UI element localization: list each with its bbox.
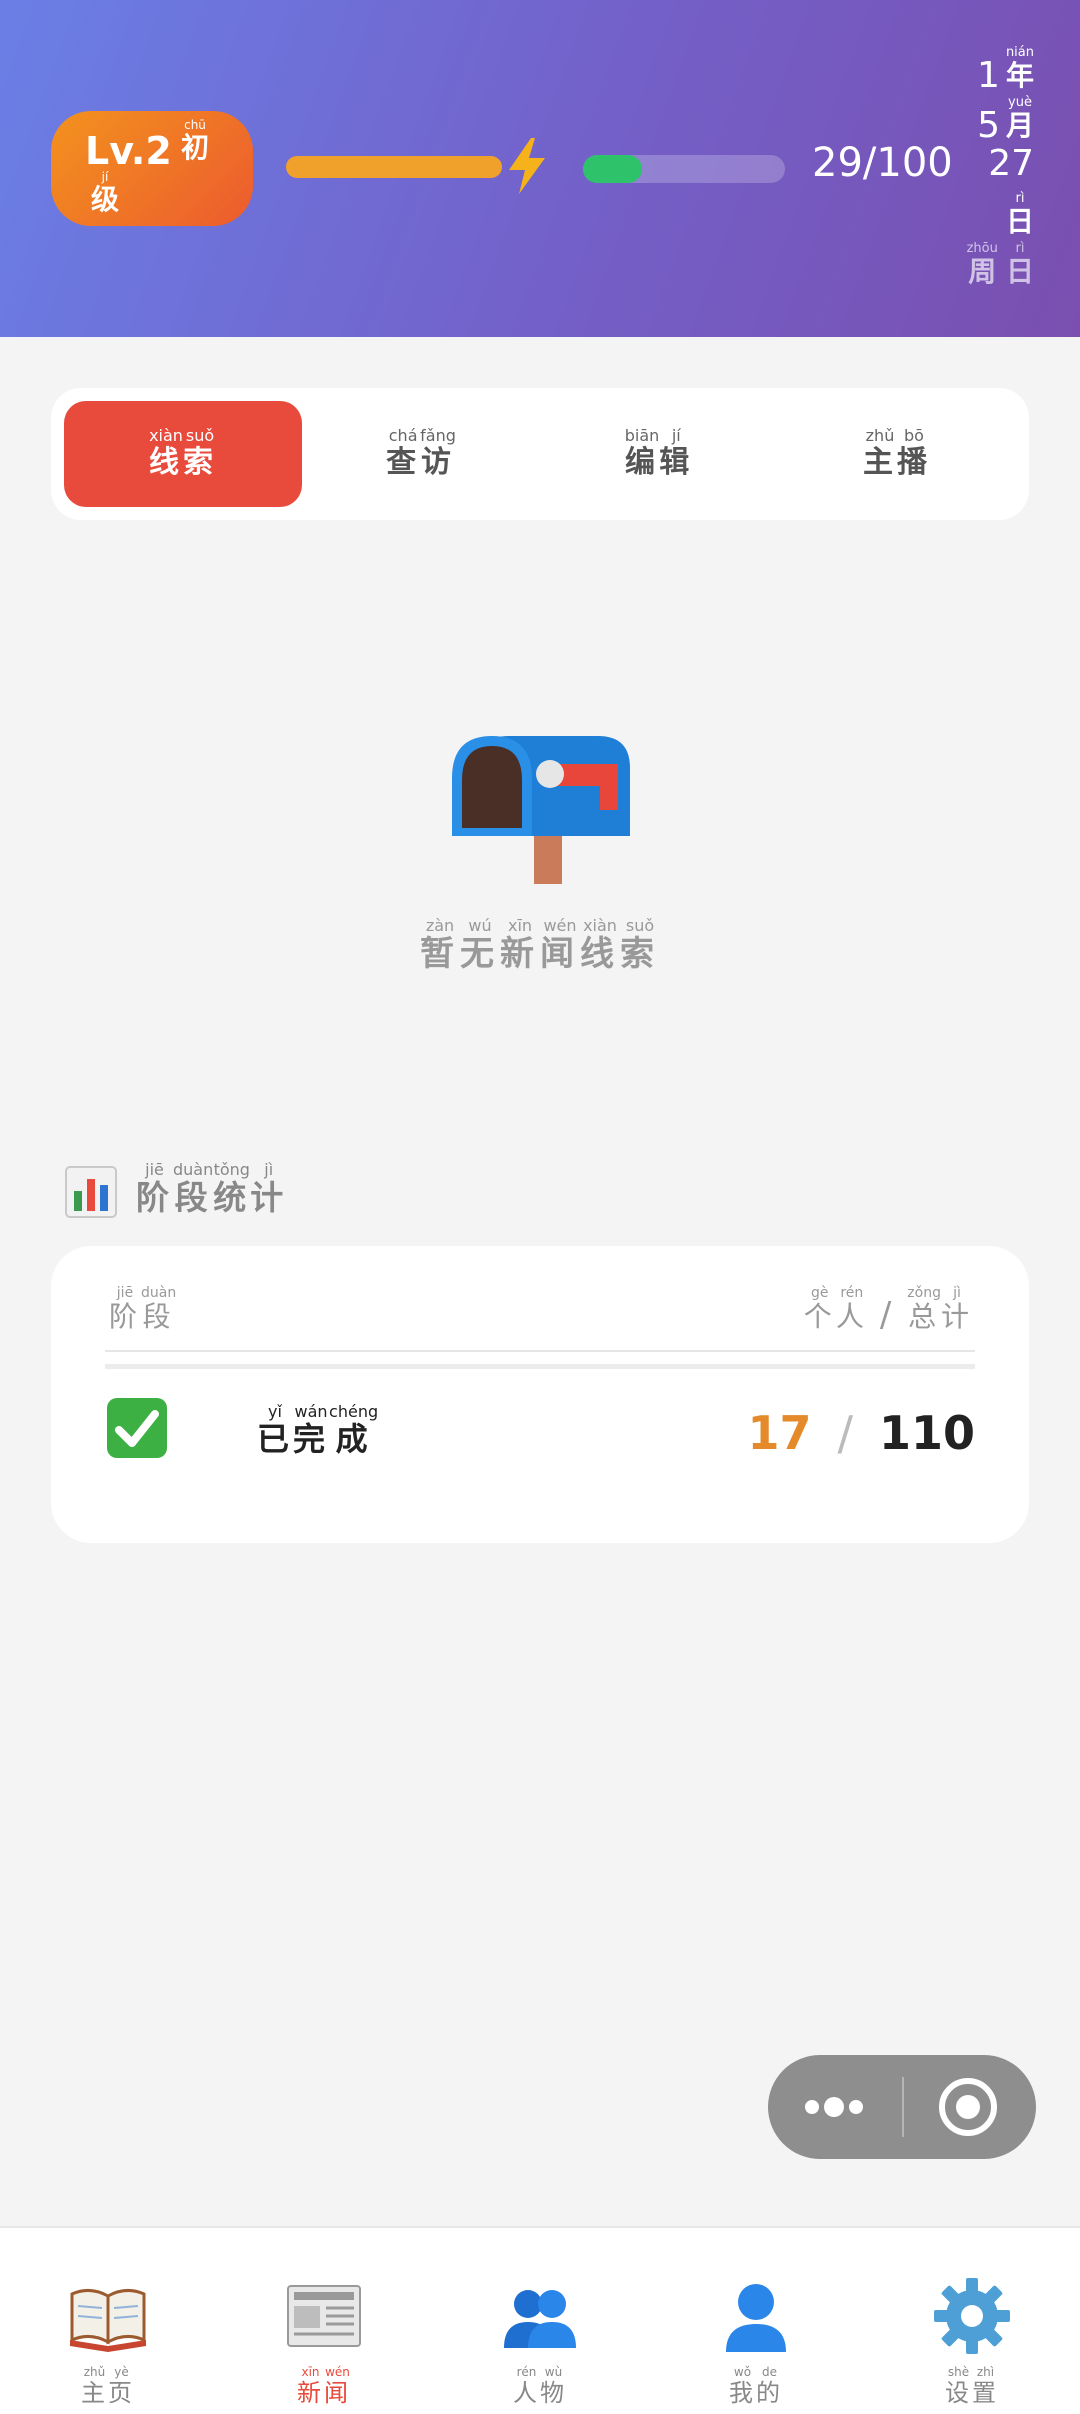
date-month: 5 月yuè xyxy=(977,95,1034,146)
nav-mine[interactable]: 我wǒ的de xyxy=(648,2228,864,2414)
nav-people[interactable]: 人rén物wù xyxy=(432,2228,648,2414)
date-display: 1 年nián 5 月yuè 27 日rì 周zhōu 日rì xyxy=(960,45,1034,296)
nav-settings[interactable]: 设shè置zhì xyxy=(864,2228,1080,2414)
book-icon xyxy=(70,2289,146,2352)
level-word-2: 级jí xyxy=(91,170,120,216)
date-weekday: 周zhōu 日rì xyxy=(966,241,1034,288)
stats-header-personal-total: 个gè人rén / 总zǒng计jì xyxy=(803,1285,973,1335)
stats-row-values: 17 / 110 xyxy=(747,1406,975,1460)
bottom-navigation: 主zhǔ页yè 新xīn闻wén 人rén物wù 我wǒ的de 设shè置zhì xyxy=(0,2226,1080,2414)
nav-home-label: 主zhǔ页yè xyxy=(81,2365,135,2407)
more-button[interactable] xyxy=(768,2055,902,2159)
tab-clues[interactable]: 线xiàn 索suǒ xyxy=(64,401,302,507)
energy-progress-fill xyxy=(583,155,642,183)
stats-section-title: 阶jiē段duàn统tǒng计jì xyxy=(64,1160,287,1219)
date-day-char: 日rì xyxy=(1005,191,1034,238)
nav-mine-label: 我wǒ的de xyxy=(729,2365,783,2407)
stats-divider xyxy=(105,1350,975,1352)
nav-news-label: 新xīn闻wén xyxy=(297,2365,351,2407)
stats-row-label: 已yǐ完wán成chéng xyxy=(257,1402,379,1458)
empty-state-text: 暂zàn无wú新xīn闻wén线xiàn索suǒ xyxy=(420,916,660,974)
mailbox-icon xyxy=(452,736,630,884)
tab-edit[interactable]: 编biān 辑jí xyxy=(540,401,778,507)
header-bar: Lv.2 初chū 级jí 29/100 1 年nián 5 月yuè 27 日… xyxy=(0,0,1080,337)
stats-personal-count: 17 xyxy=(747,1406,812,1460)
stats-divider-thick xyxy=(105,1364,975,1369)
close-button[interactable] xyxy=(904,2055,1036,2159)
level-badge[interactable]: Lv.2 初chū 级jí xyxy=(51,111,253,226)
stats-total-count: 110 xyxy=(878,1406,975,1460)
bar-chart-icon xyxy=(65,1166,117,1218)
stats-header-stage: 阶jiē段duàn xyxy=(109,1285,177,1333)
level-word-1: 初chū xyxy=(181,118,210,164)
stats-card: 阶jiē段duàn 个gè人rén / 总zǒng计jì 已yǐ完wán成ché… xyxy=(51,1246,1029,1543)
nav-news[interactable]: 新xīn闻wén xyxy=(216,2228,432,2414)
section-tabs: 线xiàn 索suǒ 查chá 访fǎng 编biān 辑jí 主zhǔ 播bō xyxy=(51,388,1029,520)
gear-icon xyxy=(934,2278,1010,2354)
energy-progress-bar xyxy=(583,155,785,183)
check-icon xyxy=(107,1398,167,1458)
energy-count: 29/100 xyxy=(812,140,953,186)
target-circle-icon xyxy=(939,2078,997,2136)
date-day-number: 27 xyxy=(988,143,1034,184)
mini-program-capsule xyxy=(768,2055,1036,2159)
xp-progress-bar xyxy=(286,156,502,178)
tab-anchor[interactable]: 主zhǔ 播bō xyxy=(778,401,1016,507)
newspaper-icon xyxy=(287,2285,361,2347)
person-icon xyxy=(726,2284,786,2352)
date-year: 1 年nián xyxy=(977,45,1034,96)
more-dots-icon xyxy=(805,2097,863,2117)
nav-home[interactable]: 主zhǔ页yè xyxy=(0,2228,216,2414)
people-icon xyxy=(504,2290,576,2348)
stats-row-completed: 已yǐ完wán成chéng 17 / 110 xyxy=(105,1396,975,1470)
nav-people-label: 人rén物wù xyxy=(513,2365,567,2407)
lightning-bolt-icon xyxy=(509,138,545,194)
nav-settings-label: 设shè置zhì xyxy=(945,2365,999,2407)
level-number: Lv.2 xyxy=(85,129,172,173)
tab-interview[interactable]: 查chá 访fǎng xyxy=(302,401,540,507)
